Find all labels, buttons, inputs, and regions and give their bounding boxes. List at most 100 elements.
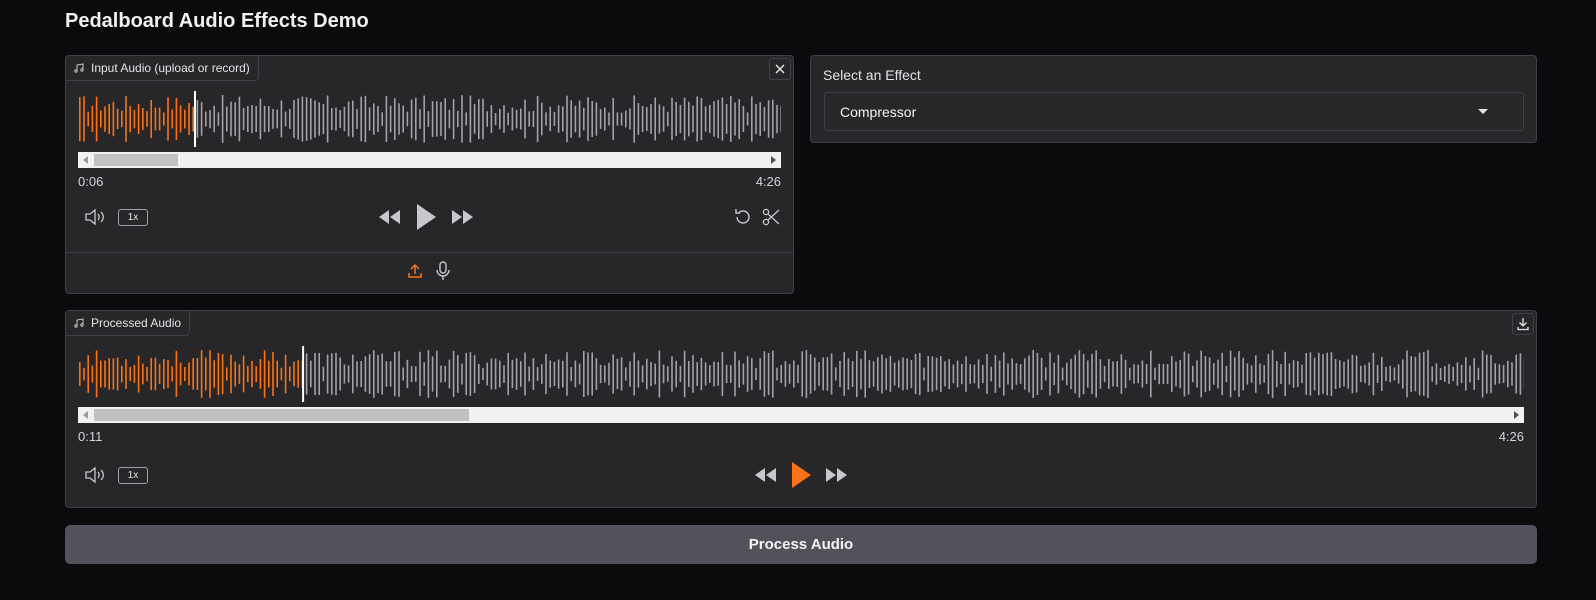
waveform-bar: [154, 357, 157, 391]
waveform-bar: [360, 96, 362, 142]
waveform-bar: [965, 356, 967, 392]
waveform-bar: [952, 364, 955, 384]
waveform-bar: [1271, 350, 1274, 398]
waveform-bar: [1036, 352, 1039, 395]
waveform-bar: [301, 96, 304, 142]
waveform-bar: [709, 104, 711, 133]
process-audio-button[interactable]: Process Audio: [65, 525, 1537, 564]
waveform-bar: [742, 106, 745, 132]
waveform-bar: [637, 103, 640, 135]
microphone-icon[interactable]: [435, 261, 451, 281]
waveform-bar: [1007, 363, 1009, 385]
waveform-bar: [549, 106, 551, 132]
duration: 4:26: [755, 174, 781, 189]
scroll-thumb[interactable]: [94, 409, 469, 421]
playhead-cursor[interactable]: [194, 91, 196, 147]
waveform-bar: [1196, 360, 1198, 388]
playback-rate-button[interactable]: 1x: [118, 466, 148, 484]
waveform-bar: [79, 362, 81, 386]
waveform-bar: [562, 360, 564, 388]
processed-waveform[interactable]: [78, 346, 1524, 402]
waveform-bar: [1011, 358, 1013, 390]
waveform-bar: [1213, 363, 1215, 385]
waveform-bar: [1439, 368, 1442, 380]
waveform-bar: [956, 360, 959, 388]
waveform-bar: [1313, 357, 1316, 391]
waveform-bar: [146, 367, 148, 382]
current-time: 0:11: [78, 429, 103, 444]
waveform-bar: [1187, 353, 1190, 395]
effect-dropdown[interactable]: Compressor: [824, 92, 1524, 131]
waveform-bar: [1166, 364, 1169, 384]
scroll-left-arrow[interactable]: [83, 411, 88, 419]
waveform-bar: [1087, 360, 1089, 388]
waveform-bar: [1066, 362, 1068, 386]
waveform-bar: [683, 350, 686, 398]
playhead-cursor[interactable]: [302, 346, 305, 402]
waveform-bar: [1229, 350, 1232, 398]
waveform-bar: [268, 106, 270, 132]
chevron-down-icon: [1478, 109, 1488, 114]
volume-icon[interactable]: [84, 208, 108, 226]
waveform-bar: [398, 103, 400, 135]
waveform-bar: [1494, 363, 1496, 385]
waveform-bar: [142, 108, 144, 131]
clear-audio-button[interactable]: [769, 58, 791, 80]
scroll-left-arrow[interactable]: [83, 156, 88, 164]
volume-icon[interactable]: [84, 466, 108, 484]
waveform-bar: [1423, 352, 1425, 396]
waveform-bar: [843, 352, 845, 396]
page-title: Pedalboard Audio Effects Demo: [65, 10, 369, 32]
waveform-bar: [478, 363, 480, 384]
waveform-bar: [734, 102, 736, 136]
processed-waveform-scrollbar[interactable]: [78, 407, 1524, 423]
input-waveform[interactable]: [78, 91, 781, 147]
scroll-thumb[interactable]: [94, 154, 178, 166]
trim-scissors-icon[interactable]: [761, 207, 781, 227]
waveform-bar: [209, 109, 211, 129]
waveform-bar: [532, 110, 535, 127]
scroll-right-arrow[interactable]: [1514, 411, 1519, 419]
waveform-bar: [100, 110, 102, 128]
waveform-bar: [528, 111, 530, 127]
music-note-icon: [74, 318, 84, 328]
waveform-bar: [1095, 350, 1097, 398]
undo-icon[interactable]: [733, 207, 753, 227]
upload-icon[interactable]: [407, 263, 423, 279]
download-button[interactable]: [1512, 313, 1534, 335]
waveform-bar: [780, 364, 782, 384]
waveform-bar: [507, 112, 509, 126]
waveform-bar: [1355, 355, 1358, 393]
waveform-bar: [427, 111, 430, 127]
waveform-bar: [1469, 365, 1471, 383]
skip-backward-icon[interactable]: [377, 208, 401, 226]
waveform-bar: [1460, 364, 1463, 384]
waveform-bar: [679, 365, 682, 383]
waveform-bar: [486, 111, 488, 127]
waveform-bar: [1259, 363, 1261, 385]
waveform-bar: [339, 357, 341, 391]
play-icon[interactable]: [790, 461, 812, 489]
waveform-bar: [927, 356, 929, 392]
processed-audio-label: Processed Audio: [66, 311, 191, 336]
waveform-bar: [1372, 352, 1375, 396]
waveform-bar: [881, 354, 883, 394]
input-waveform-scrollbar[interactable]: [78, 152, 781, 168]
waveform-bar: [994, 355, 997, 393]
waveform-bar: [125, 359, 127, 389]
waveform-bar: [889, 356, 892, 392]
waveform-bar: [961, 363, 963, 385]
play-icon[interactable]: [415, 203, 437, 231]
current-time: 0:06: [78, 174, 104, 189]
scroll-right-arrow[interactable]: [771, 156, 776, 164]
skip-forward-icon[interactable]: [451, 208, 475, 226]
skip-forward-icon[interactable]: [825, 466, 849, 484]
waveform-bar: [230, 354, 232, 394]
playback-rate-button[interactable]: 1x: [118, 208, 148, 226]
waveform-bar: [150, 100, 152, 138]
waveform-bar: [79, 97, 81, 141]
waveform-bar: [1099, 359, 1102, 389]
skip-backward-icon[interactable]: [753, 466, 777, 484]
waveform-bar: [272, 109, 274, 129]
waveform-bar: [566, 95, 568, 143]
